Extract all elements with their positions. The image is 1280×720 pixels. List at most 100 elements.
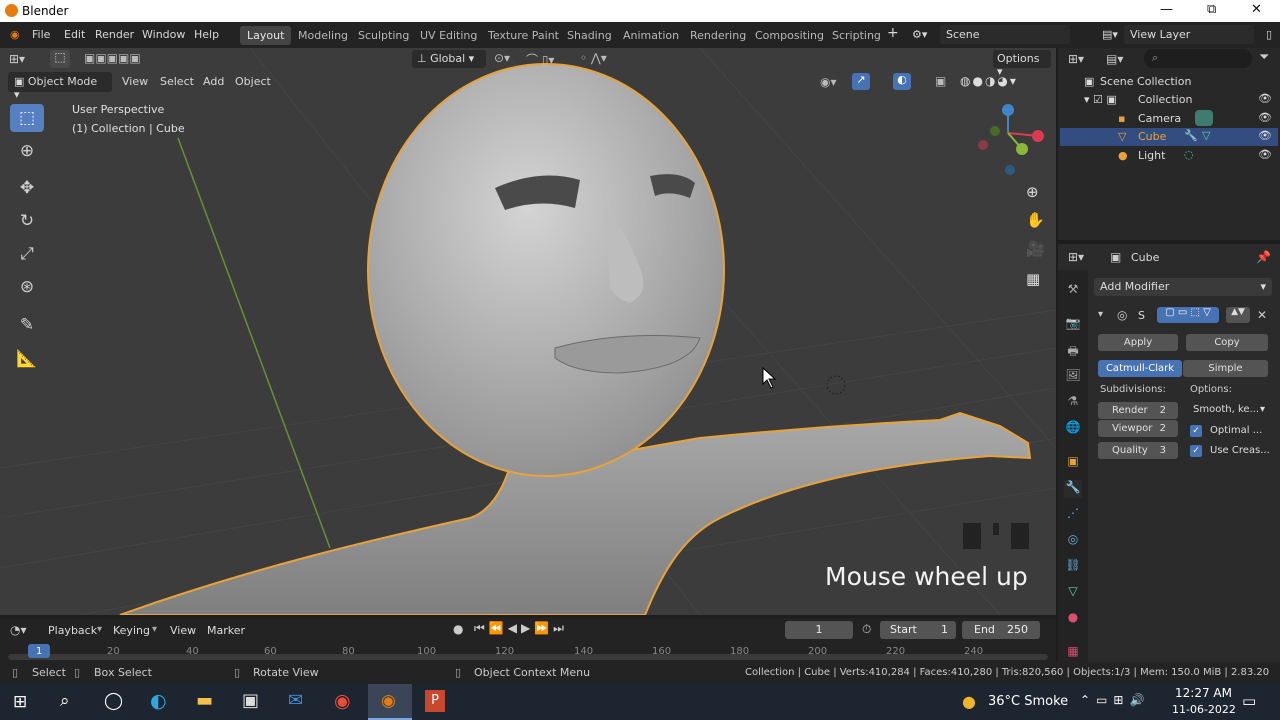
rotate-tool-icon[interactable]: ↻ [10, 207, 44, 235]
minimize-button[interactable]: — [1160, 2, 1173, 17]
xray-icon[interactable]: ▣ [935, 74, 946, 88]
proportional-edit-icon[interactable]: ◦ ⋀▾ [580, 51, 607, 65]
view-layer-selector[interactable]: View Layer [1124, 25, 1254, 44]
constraints-tab-icon[interactable]: ⛓ [1064, 558, 1082, 576]
character-head[interactable] [367, 63, 725, 477]
render-tab-icon[interactable]: 📷 [1064, 316, 1082, 334]
modifier-tab-icon[interactable]: 🔧 [1064, 480, 1082, 498]
transform-tool-icon[interactable]: ⊛ [10, 273, 44, 301]
visibility-eye-icon[interactable]: 👁 [1258, 111, 1272, 124]
modifier-wrench-icon[interactable]: 🔧 [1184, 129, 1198, 142]
menu-file[interactable]: File [32, 28, 50, 41]
light-object-icon[interactable] [826, 375, 846, 395]
tab-animation[interactable]: Animation [616, 26, 686, 45]
tab-scripting[interactable]: Scripting [825, 26, 888, 45]
quality-field[interactable]: Quality 3 [1098, 442, 1178, 459]
preview-range-icon[interactable]: ⏱ [862, 622, 871, 637]
light-data-icon[interactable]: ◌ [1184, 148, 1194, 161]
menu-window[interactable]: Window [142, 28, 185, 41]
visibility-icon[interactable]: ◉▾ [820, 75, 837, 89]
view-layer-remove-icon[interactable]: ▯ [1266, 28, 1272, 41]
outliner-item-cube[interactable]: ▽ Cube 🔧 ▽ 👁 [1060, 128, 1278, 146]
visibility-eye-icon[interactable]: 👁 [1258, 129, 1272, 142]
modifier-visibility-toggles[interactable]: ▢ ▭ ⬚ ▽ [1157, 307, 1219, 323]
properties-editor-icon[interactable]: ⊞▾ [1068, 250, 1084, 264]
outliner-item-light[interactable]: ● Light ◌ 👁 [1060, 147, 1278, 165]
chrome-icon[interactable]: ◉ [334, 690, 351, 712]
navigation-gizmo[interactable] [978, 104, 1044, 175]
camera-view-icon[interactable]: 🎥 [1026, 240, 1045, 258]
texture-tab-icon[interactable]: ▦ [1064, 644, 1082, 662]
mail-icon[interactable]: ✉ [288, 690, 303, 711]
outliner-item-camera[interactable]: ▪ Camera 👁 [1060, 110, 1278, 128]
shading-mode-icons[interactable]: ◍●◑◕▾ [960, 74, 1018, 88]
tab-rendering[interactable]: Rendering [683, 26, 753, 45]
outliner-filter-funnel-icon[interactable]: ⏷ [1259, 50, 1269, 65]
blender-menu-icon[interactable]: ◉ [10, 28, 20, 41]
keying-menu[interactable]: Keying [113, 624, 150, 637]
blender-taskbar-button[interactable]: ◉ [368, 684, 412, 720]
view-layer-icon[interactable]: ▤▾ [1102, 28, 1118, 41]
view-menu[interactable]: View [116, 72, 154, 92]
catmull-clark-toggle[interactable]: Catmull-Clark [1098, 360, 1182, 377]
maximize-button[interactable]: ⧉ [1207, 2, 1216, 17]
file-explorer-icon[interactable]: ▬ [196, 690, 213, 711]
tool-tab-icon[interactable]: ⚒ [1064, 282, 1082, 300]
simple-toggle[interactable]: Simple [1183, 360, 1268, 377]
outliner-root[interactable]: ▣ Scene Collection [1060, 73, 1278, 91]
end-frame-field[interactable]: End 250 [962, 621, 1040, 639]
menu-help[interactable]: Help [194, 28, 219, 41]
view-layer-tab-icon[interactable]: 🖼 [1064, 368, 1082, 386]
output-tab-icon[interactable]: 🖶 [1064, 342, 1082, 360]
mesh-data-icon[interactable]: ▽ [1202, 129, 1210, 142]
modifier-collapse-icon[interactable]: ▾ [1098, 309, 1103, 320]
move-tool-icon[interactable]: ✥ [10, 174, 44, 202]
overlay-toggle-icon[interactable]: ◐ [893, 73, 911, 90]
close-button[interactable]: ✕ [1251, 2, 1262, 17]
add-modifier-dropdown[interactable]: Add Modifier ▾ [1094, 278, 1272, 296]
modifier-remove-icon[interactable]: ✕ [1257, 308, 1267, 322]
tab-sculpting[interactable]: Sculpting [351, 26, 416, 45]
mode-selector[interactable]: ▣ Object Mode ▾ [8, 72, 112, 101]
playback-controls-icons[interactable]: ⏮⏪◀▶⏩⏭ [474, 621, 568, 636]
object-menu[interactable]: Object [229, 72, 277, 92]
zoom-icon[interactable]: ⊕ [1026, 183, 1039, 201]
particles-tab-icon[interactable]: ⋰ [1064, 506, 1082, 524]
outliner-search-input[interactable]: ⌕ [1144, 49, 1252, 68]
pin-icon[interactable]: 📌 [1256, 250, 1271, 264]
add-menu[interactable]: Add [197, 72, 230, 92]
options-dropdown[interactable]: Options ▾ [993, 50, 1051, 78]
outliner-item-collection[interactable]: ▾ ☑ ▣ Collection 👁 [1060, 91, 1278, 109]
select-mode-icons[interactable]: ▣▣▣▣▣ [84, 51, 141, 65]
tab-shading[interactable]: Shading [560, 26, 619, 45]
select-menu[interactable]: Select [154, 72, 200, 92]
uv-smooth-dropdown[interactable]: Smooth, ke... ▾ [1188, 402, 1268, 419]
record-icon[interactable]: ● [453, 622, 463, 636]
start-frame-field[interactable]: Start 1 [880, 621, 956, 639]
powerpoint-icon[interactable]: P [425, 690, 445, 712]
scene-selector[interactable]: Scene [940, 25, 1070, 44]
scene-icon[interactable]: ⚙▾ [912, 28, 927, 41]
pivot-icon[interactable]: ⊙▾ [494, 51, 510, 65]
optimal-display-checkbox[interactable]: ✓ Optimal ... [1190, 424, 1270, 440]
select-tool-icon[interactable]: ⬚ [50, 50, 70, 68]
menu-render[interactable]: Render [95, 28, 134, 41]
tab-uv-editing[interactable]: UV Editing [413, 26, 484, 45]
snap-icon[interactable]: ⌒ ▯▾ [526, 51, 554, 68]
object-tab-icon[interactable]: ▣ [1064, 454, 1082, 472]
copy-button[interactable]: Copy [1186, 334, 1268, 351]
outliner-filter-icon[interactable]: ▤▾ [1106, 52, 1123, 66]
tab-compositing[interactable]: Compositing [748, 26, 831, 45]
select-box-tool-icon[interactable]: ⬚ [10, 104, 44, 132]
material-tab-icon[interactable]: ● [1064, 610, 1082, 628]
add-workspace-icon[interactable]: + [887, 25, 899, 41]
data-tab-icon[interactable]: ▽ [1064, 584, 1082, 602]
physics-tab-icon[interactable]: ◎ [1064, 532, 1082, 550]
world-tab-icon[interactable]: 🌐 [1064, 420, 1082, 438]
transform-orientation[interactable]: ⊥ Global ▾ [412, 50, 486, 68]
search-icon[interactable]: ⌕ [60, 691, 70, 711]
measure-tool-icon[interactable]: 📐 [10, 345, 44, 373]
menu-edit[interactable]: Edit [64, 28, 85, 41]
editor-type-icon[interactable]: ⊞▾ [9, 52, 25, 66]
scene-tab-icon[interactable]: ⚗ [1064, 394, 1082, 412]
